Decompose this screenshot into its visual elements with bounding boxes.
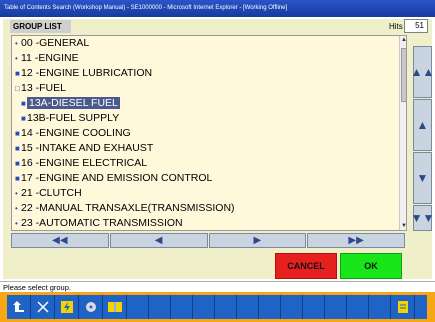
left-arrow-icon: ◀	[154, 235, 163, 246]
up-arrow-icon: ▲	[416, 118, 429, 132]
scroll-down-button[interactable]: ▼	[413, 152, 432, 204]
list-item[interactable]: • 23 -AUTOMATIC TRANSMISSION	[15, 217, 183, 230]
double-left-arrow-icon: ◀◀	[52, 235, 68, 246]
cancel-button[interactable]: CANCEL	[275, 253, 337, 279]
group-list[interactable]: • 00 -GENERAL • 11 -ENGINE ■12 -ENGINE LUB…	[11, 35, 407, 231]
double-down-arrow-icon: ▼▼	[410, 211, 435, 225]
list-scrollbar[interactable]: ▲ ▼	[399, 36, 406, 230]
list-item[interactable]: ■15 -INTAKE AND EXHAUST	[15, 142, 153, 155]
list-item-label: 15 -INTAKE AND EXHAUST	[21, 142, 154, 154]
hits-label: Hits	[389, 22, 403, 31]
list-item[interactable]: □13 -FUEL	[15, 82, 66, 95]
toolbar-strip	[7, 295, 427, 319]
scroll-top-button[interactable]: ▲▲	[410, 46, 435, 98]
down-arrow-icon: ▼	[416, 171, 429, 185]
list-item-label: 13B-FUEL SUPPLY	[27, 112, 120, 124]
list-item-label: 21 -CLUTCH	[21, 187, 82, 199]
hits-count: 51	[404, 19, 428, 33]
scroll-arrow-up-icon[interactable]: ▲	[400, 36, 406, 44]
toolbar-slot[interactable]	[171, 295, 193, 319]
group-list-label: GROUP LIST	[10, 20, 71, 33]
toolbar-slot[interactable]	[347, 295, 369, 319]
toolbar-slot[interactable]	[215, 295, 237, 319]
disc-icon[interactable]	[79, 295, 103, 319]
toolbar-slot[interactable]	[259, 295, 281, 319]
right-arrow-icon: ▶	[253, 235, 262, 246]
list-item-label: 17 -ENGINE AND EMISSION CONTROL	[21, 172, 213, 184]
lightning-icon[interactable]	[55, 295, 79, 319]
next-page-button[interactable]: ▶	[208, 233, 307, 248]
list-item[interactable]: ■16 -ENGINE ELECTRICAL	[15, 157, 147, 170]
list-item[interactable]: ■17 -ENGINE AND EMISSION CONTROL	[15, 172, 212, 185]
toolbar-slot[interactable]	[127, 295, 149, 319]
ok-button[interactable]: OK	[340, 253, 402, 279]
list-item[interactable]: ■14 -ENGINE COOLING	[15, 127, 131, 140]
list-item-label: 14 -ENGINE COOLING	[21, 127, 131, 139]
toolbar-slot[interactable]	[193, 295, 215, 319]
list-item-selected[interactable]: ■ 13A-DIESEL FUEL	[21, 97, 120, 110]
scroll-arrow-down-icon[interactable]: ▼	[400, 222, 406, 230]
list-item-label: 23 -AUTOMATIC TRANSMISSION	[21, 217, 183, 229]
app-window: Table of Contents Search (Workshop Manua…	[0, 0, 435, 322]
list-item[interactable]: • 22 -MANUAL TRANSAXLE(TRANSMISSION)	[15, 202, 235, 215]
status-bar: Please select group.	[0, 281, 435, 292]
double-up-arrow-icon: ▲▲	[410, 65, 435, 79]
toolbar-slot[interactable]	[325, 295, 347, 319]
list-item-label: 11 -ENGINE	[21, 52, 79, 64]
list-item-label: 00 -GENERAL	[21, 37, 90, 49]
book-icon[interactable]	[103, 295, 127, 319]
list-item-label: 12 -ENGINE LUBRICATION	[21, 67, 153, 79]
first-page-button[interactable]: ◀◀	[11, 233, 109, 248]
bottom-toolbar	[0, 292, 435, 322]
list-item-label: 13 -FUEL	[21, 82, 66, 94]
toolbar-slot[interactable]	[237, 295, 259, 319]
list-item-label: 13A-DIESEL FUEL	[27, 97, 120, 109]
toolbar-slot[interactable]	[281, 295, 303, 319]
home-up-icon[interactable]	[7, 295, 31, 319]
list-item[interactable]: ■12 -ENGINE LUBRICATION	[15, 67, 152, 80]
tools-icon[interactable]	[31, 295, 55, 319]
scrollbar-thumb[interactable]	[401, 48, 406, 102]
toolbar-slot[interactable]	[149, 295, 171, 319]
list-item[interactable]: • 11 -ENGINE	[15, 52, 79, 65]
toolbar-slot[interactable]	[303, 295, 325, 319]
list-item[interactable]: • 00 -GENERAL	[15, 37, 89, 50]
double-right-arrow-icon: ▶▶	[348, 235, 364, 246]
list-item[interactable]: • 21 -CLUTCH	[15, 187, 82, 200]
scroll-up-button[interactable]: ▲	[413, 99, 432, 151]
page-nav-bar: ◀◀ ◀ ▶ ▶▶	[11, 233, 406, 248]
prev-page-button[interactable]: ◀	[109, 233, 208, 248]
list-item-label: 22 -MANUAL TRANSAXLE(TRANSMISSION)	[21, 202, 235, 214]
toolbar-slot[interactable]	[369, 295, 391, 319]
last-page-button[interactable]: ▶▶	[307, 233, 405, 248]
page-icon[interactable]	[391, 295, 415, 319]
list-item-label: 16 -ENGINE ELECTRICAL	[21, 157, 148, 169]
scroll-bottom-button[interactable]: ▼▼	[410, 205, 435, 231]
list-item[interactable]: ■13B-FUEL SUPPLY	[21, 112, 119, 125]
window-title: Table of Contents Search (Workshop Manua…	[0, 0, 435, 17]
